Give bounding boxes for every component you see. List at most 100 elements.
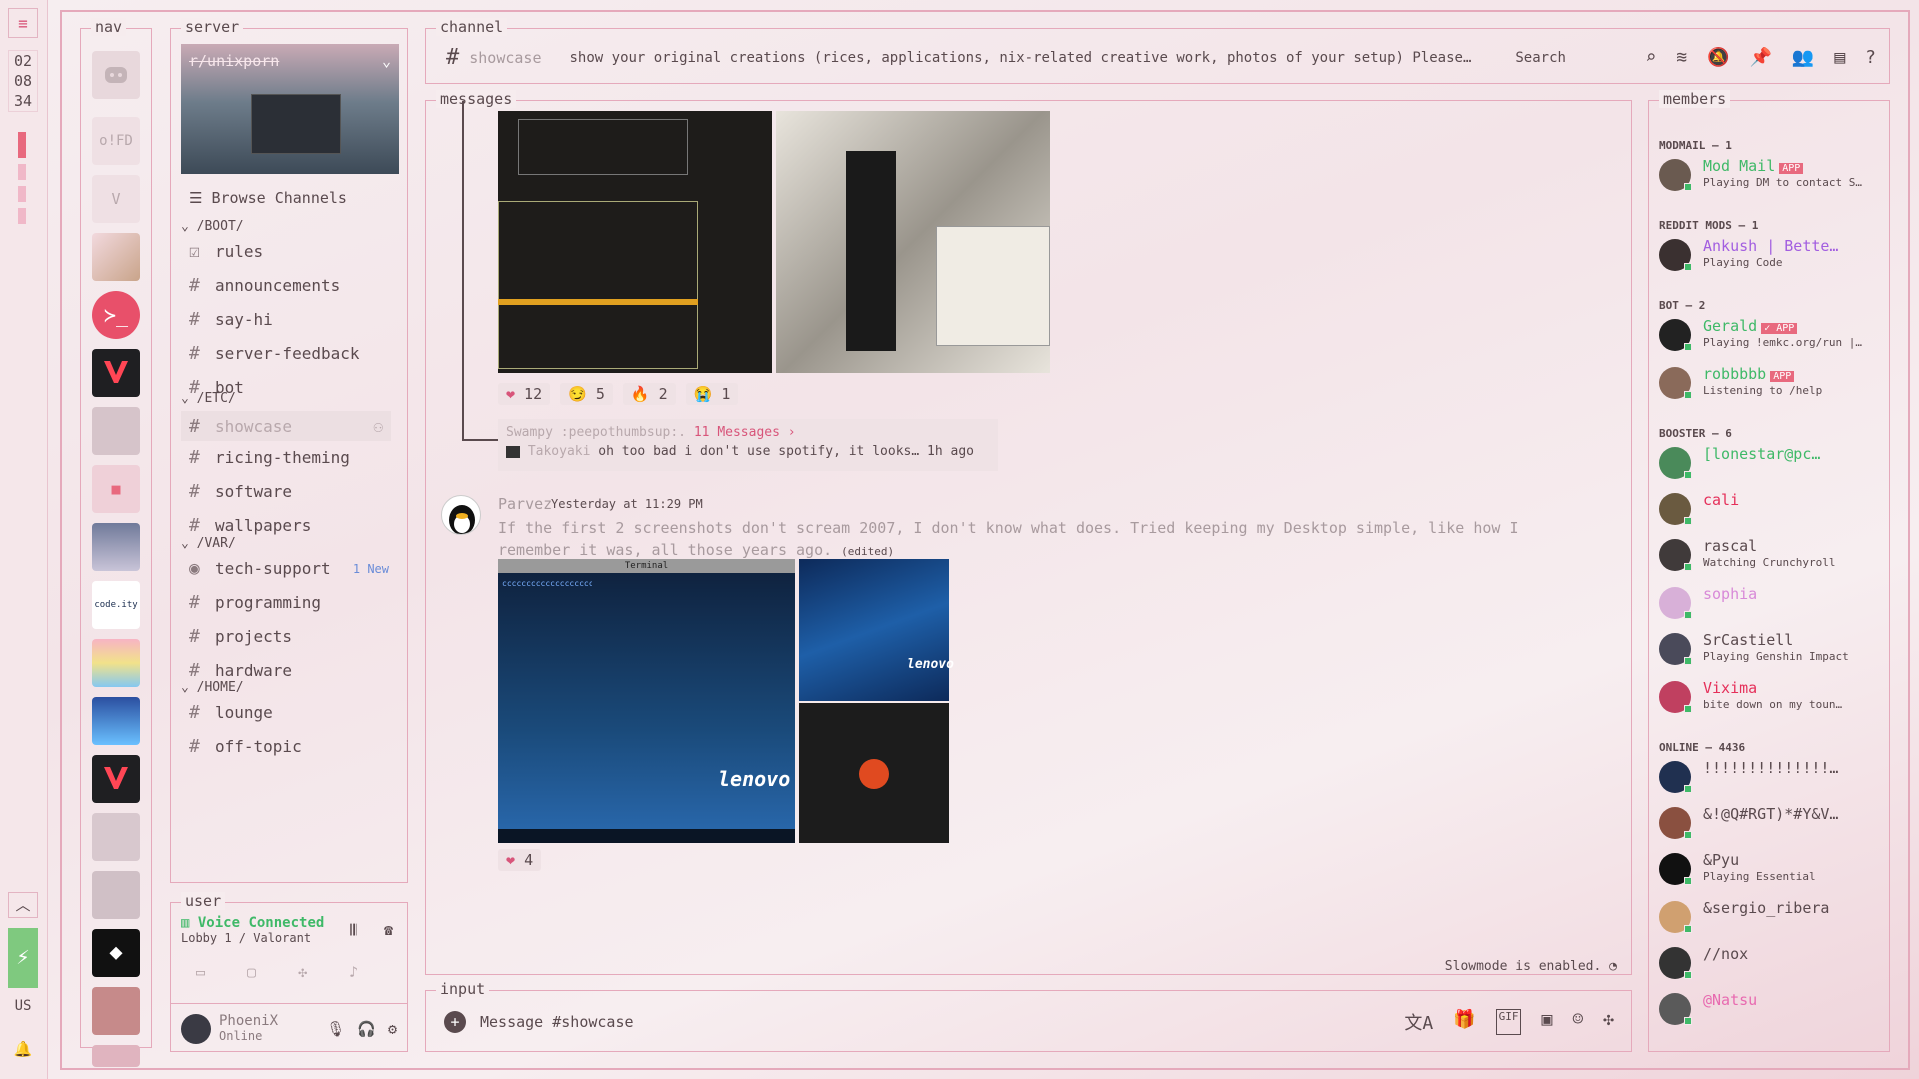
voice-status[interactable]: ▥ Voice Connected Lobby 1 / Valorant	[181, 915, 324, 945]
screenshot-image-3[interactable]: Terminal ccccccccccccccccccccccccccccccc…	[498, 559, 795, 843]
server-icon-rainbow[interactable]	[92, 639, 140, 687]
member-name[interactable]: &!@Q#RGT)*#Y&V…	[1703, 805, 1883, 823]
workspace-3[interactable]	[18, 186, 26, 202]
channel-topic[interactable]: show your original creations (rices, app…	[570, 50, 1480, 66]
member-row[interactable]: &sergio_ribera	[1659, 899, 1884, 937]
channel-software[interactable]: # software	[189, 481, 399, 502]
gift-icon[interactable]: 🎁	[1453, 1009, 1475, 1035]
channel-category[interactable]: ⌄ /ETC/	[181, 391, 236, 406]
member-name[interactable]: Gerald ✓ APP	[1703, 317, 1883, 335]
member-row[interactable]: rascal Watching Crunchyroll	[1659, 537, 1884, 575]
channel-announcements[interactable]: # announcements	[189, 275, 399, 296]
member-row[interactable]: cali	[1659, 491, 1884, 529]
channel-showcase[interactable]: # showcase ⚇	[181, 411, 391, 441]
server-icon-v[interactable]: V	[92, 175, 140, 223]
member-name[interactable]: sophia	[1703, 585, 1883, 603]
help-icon[interactable]: ?	[1865, 47, 1876, 68]
channel-hardware[interactable]: # hardware	[189, 660, 399, 681]
screenshot-image-1[interactable]	[498, 111, 772, 373]
channel-server-feedback[interactable]: # server-feedback	[189, 343, 399, 364]
member-row[interactable]: robbbbb APP Listening to /help	[1659, 365, 1884, 403]
camera-icon[interactable]: ▭	[196, 963, 205, 981]
member-name[interactable]: &Pyu	[1703, 851, 1883, 869]
channel-projects[interactable]: # projects	[189, 626, 399, 647]
member-row[interactable]: SrCastiell Playing Genshin Impact	[1659, 631, 1884, 669]
server-icon-code-ity[interactable]: code.ity	[92, 581, 140, 629]
screen-share-icon[interactable]: ▢	[247, 963, 256, 981]
discord-home-icon[interactable]	[92, 51, 140, 99]
server-icon-blue[interactable]	[92, 697, 140, 745]
member-row[interactable]: sophia	[1659, 585, 1884, 623]
chevron-down-icon[interactable]: ⌄	[382, 52, 391, 70]
channel-programming[interactable]: # programming	[189, 592, 399, 613]
folder-icon[interactable]: ■	[92, 465, 140, 513]
emoji-icon[interactable]: ☺	[1572, 1009, 1583, 1035]
member-name[interactable]: &sergio_ribera	[1703, 899, 1883, 917]
bell-icon[interactable]: 🔔	[8, 1040, 38, 1058]
members-icon[interactable]: 👥	[1792, 47, 1814, 68]
member-row[interactable]: [lonestar@pc…	[1659, 445, 1884, 483]
member-name[interactable]: [lonestar@pc…	[1703, 445, 1883, 463]
server-icon-valorant[interactable]	[92, 755, 140, 803]
reaction[interactable]: 😭 1	[685, 383, 739, 405]
member-name[interactable]: Ankush | Bette…	[1703, 237, 1883, 255]
avatar[interactable]	[181, 1013, 211, 1044]
member-name[interactable]: rascal	[1703, 537, 1883, 555]
disconnect-icon[interactable]: ☎	[384, 921, 393, 939]
reaction[interactable]: ❤ 12	[498, 383, 551, 405]
headphones-icon[interactable]: 🎧	[357, 1020, 376, 1038]
threads-icon[interactable]: ≋	[1676, 47, 1687, 68]
member-row[interactable]: &Pyu Playing Essential	[1659, 851, 1884, 889]
search-input[interactable]: Search	[1515, 50, 1635, 66]
workspace-1[interactable]	[18, 132, 26, 158]
gif-button[interactable]: GIF	[1495, 1009, 1522, 1035]
apps-icon[interactable]: ✣	[1603, 1009, 1614, 1035]
server-folder-3[interactable]	[92, 871, 140, 919]
channel-tech-support[interactable]: ◉ tech-support 1 New	[189, 558, 399, 579]
server-icon-ofd[interactable]: o!FD	[92, 117, 140, 165]
member-row[interactable]: //nox	[1659, 945, 1884, 983]
activity-icon[interactable]: ✣	[298, 963, 307, 981]
member-name[interactable]: !!!!!!!!!!!!!!…	[1703, 759, 1883, 777]
member-name[interactable]: @Natsu	[1703, 991, 1883, 1009]
noise-suppression-icon[interactable]: 𝄃𝄃	[350, 921, 357, 939]
gear-icon[interactable]: ⚙	[388, 1020, 397, 1038]
member-row[interactable]: !!!!!!!!!!!!!!…	[1659, 759, 1884, 797]
add-attachment-icon[interactable]: +	[444, 1011, 466, 1033]
avatar[interactable]	[441, 495, 481, 535]
member-name[interactable]: robbbbb APP	[1703, 365, 1883, 383]
keyboard-layout[interactable]: US	[8, 998, 38, 1014]
server-folder-1[interactable]	[92, 407, 140, 455]
member-name[interactable]: //nox	[1703, 945, 1883, 963]
server-icon-valorant-lfg[interactable]	[92, 349, 140, 397]
server-icon-anime[interactable]	[92, 523, 140, 571]
thread-count[interactable]: 11 Messages ›	[694, 425, 796, 440]
screenshot-image-4[interactable]: lenovo	[799, 559, 954, 701]
server-folder-4[interactable]	[92, 987, 140, 1035]
hamburger-icon[interactable]: ≡	[8, 8, 38, 38]
channel-off-topic[interactable]: # off-topic	[189, 736, 399, 757]
message-input[interactable]: Message #showcase	[480, 1013, 1390, 1031]
reaction[interactable]: ❤ 4	[498, 849, 542, 871]
member-row[interactable]: Gerald ✓ APP Playing !emkc.org/run |…	[1659, 317, 1884, 355]
reaction[interactable]: 😏 5	[560, 383, 613, 405]
user-info[interactable]: PhoeniX Online 🎙 🎧 ⚙	[171, 1003, 407, 1053]
pin-icon[interactable]: 📌	[1749, 47, 1771, 68]
channel-say-hi[interactable]: # say-hi	[189, 309, 399, 330]
screenshot-image-2[interactable]	[776, 111, 1050, 373]
server-folder-2[interactable]	[92, 813, 140, 861]
server-icon-unixporn[interactable]: ≻_	[92, 291, 140, 339]
reaction[interactable]: 🔥 2	[622, 383, 676, 405]
member-row[interactable]: @Natsu	[1659, 991, 1884, 1029]
channel-category[interactable]: ⌄ /BOOT/	[181, 219, 244, 234]
mute-bell-icon[interactable]: 🔕	[1707, 47, 1729, 68]
browse-channels[interactable]: ☰ Browse Channels	[189, 189, 347, 207]
server-icon-cat[interactable]	[92, 233, 140, 281]
member-name[interactable]: SrCastiell	[1703, 631, 1883, 649]
message-author[interactable]: Parvez	[498, 495, 552, 513]
workspace-2[interactable]	[18, 164, 26, 180]
add-member-icon[interactable]: ⚇	[373, 417, 391, 436]
member-row[interactable]: Vixima bite down on my toun…	[1659, 679, 1884, 717]
inbox-icon[interactable]: ▤	[1834, 47, 1845, 68]
channel-lounge[interactable]: # lounge	[189, 702, 399, 723]
